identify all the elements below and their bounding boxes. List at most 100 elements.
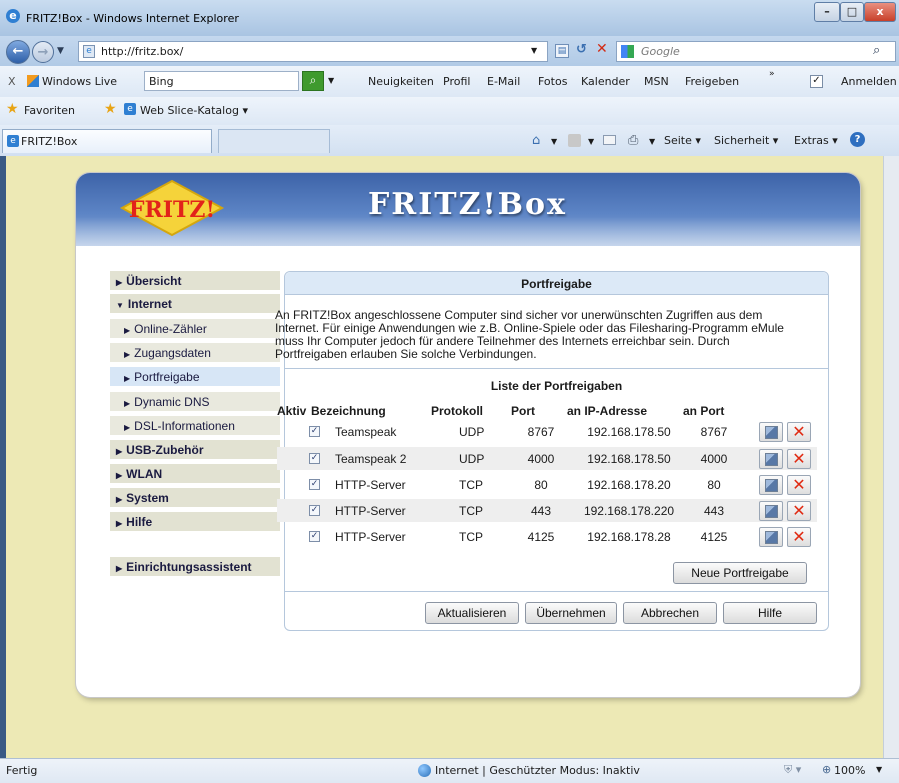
compatibility-view-icon[interactable]: ▤ (555, 44, 569, 58)
active-checkbox[interactable]: ✓ (309, 453, 320, 464)
web-slice-gallery[interactable]: Web Slice-Katalog ▾ (140, 104, 248, 117)
extras-menu[interactable]: Extras ▾ (794, 134, 838, 147)
edit-button[interactable] (759, 475, 783, 495)
print-dropdown-icon[interactable]: ▼ (649, 137, 655, 146)
row-to-port: 80 (707, 478, 721, 492)
sidebar-item-3[interactable]: ▶ Zugangsdaten (110, 343, 280, 364)
security-zone-text[interactable]: Internet | Geschützter Modus: Inaktiv (435, 764, 640, 777)
stop-icon[interactable]: ✕ (596, 41, 608, 57)
windows-live-label[interactable]: Windows Live (42, 75, 117, 88)
mail-icon[interactable] (603, 135, 616, 145)
security-menu[interactable]: Sicherheit ▾ (714, 134, 778, 147)
new-portfreigabe-button[interactable]: Neue Portfreigabe (673, 562, 807, 584)
sidebar-item-10[interactable]: ▶ Hilfe (110, 512, 280, 533)
vertical-scrollbar[interactable] (883, 156, 899, 758)
address-url[interactable]: http://fritz.box/ (101, 45, 183, 58)
edit-button[interactable] (759, 449, 783, 469)
refresh-button[interactable]: Aktualisieren (425, 602, 519, 624)
recent-pages-dropdown-icon[interactable]: ▼ (57, 46, 64, 56)
close-window-button[interactable]: x (864, 2, 896, 22)
favorites-button[interactable]: Favoriten (24, 104, 75, 117)
live-link-neuigkeiten[interactable]: Neuigkeiten (368, 75, 434, 88)
live-link-msn[interactable]: MSN (644, 75, 669, 88)
col-header-bezeichnung: Bezeichnung (311, 404, 386, 418)
sidebar-item-7[interactable]: ▶ USB-Zubehör (110, 440, 280, 461)
help-button[interactable]: Hilfe (723, 602, 817, 624)
delete-button[interactable]: ✕ (787, 449, 811, 469)
sidebar-item-label: Online-Zähler (134, 322, 207, 336)
checkbox-icon[interactable]: ✓ (810, 75, 823, 88)
row-protocol: UDP (459, 452, 485, 466)
live-link-email[interactable]: E-Mail (487, 75, 520, 88)
sidebar-item-8[interactable]: ▶ WLAN (110, 464, 280, 485)
close-toolbar-button[interactable]: X (8, 75, 16, 88)
forward-button[interactable]: → (32, 41, 54, 63)
bing-search-input[interactable]: Bing (144, 71, 299, 91)
sidebar-item-11[interactable]: ▶ Einrichtungsassistent (110, 557, 280, 578)
extras-menu-label[interactable]: Extras (794, 134, 829, 147)
favorites-star-icon[interactable]: ★ (6, 101, 19, 117)
col-header-port: Port (511, 404, 535, 418)
bing-search-button[interactable]: ⌕ (302, 71, 324, 91)
feeds-icon[interactable] (568, 134, 581, 147)
active-checkbox[interactable]: ✓ (309, 426, 320, 437)
sidebar-item-6[interactable]: ▶ DSL-Informationen (110, 416, 280, 437)
delete-button[interactable]: ✕ (787, 422, 811, 442)
address-dropdown-icon[interactable]: ▼ (531, 46, 537, 55)
sidebar-item-2[interactable]: ▶ Online-Zähler (110, 319, 280, 340)
delete-button[interactable]: ✕ (787, 527, 811, 547)
security-menu-label[interactable]: Sicherheit (714, 134, 769, 147)
address-bar[interactable]: e http://fritz.box/ ▼ (78, 41, 548, 62)
new-tab-button[interactable] (218, 129, 330, 153)
chevron-right-icon: ▶ (116, 564, 123, 573)
window-title-bar: e FRITZ!Box - Windows Internet Explorer … (0, 0, 899, 36)
zoom-icon[interactable]: ⊕ (822, 763, 831, 776)
live-link-freigeben[interactable]: Freigeben (685, 75, 739, 88)
apply-button[interactable]: Übernehmen (525, 602, 617, 624)
help-icon[interactable]: ? (850, 132, 865, 147)
edit-button[interactable] (759, 501, 783, 521)
home-dropdown-icon[interactable]: ▼ (551, 137, 557, 146)
sidebar-item-1[interactable]: ▼ Internet (110, 294, 280, 315)
edit-button[interactable] (759, 422, 783, 442)
feeds-dropdown-icon[interactable]: ▼ (588, 137, 594, 146)
refresh-icon[interactable]: ↺ (576, 42, 587, 57)
active-checkbox[interactable]: ✓ (309, 505, 320, 516)
maximize-button[interactable]: □ (840, 2, 864, 22)
home-icon[interactable]: ⌂ (532, 133, 540, 148)
zoom-level[interactable]: 100% (834, 764, 865, 777)
page-menu-label[interactable]: Seite (664, 134, 692, 147)
delete-button[interactable]: ✕ (787, 475, 811, 495)
add-favorite-icon[interactable]: ★ (104, 101, 117, 117)
chevron-right-icon: ▶ (116, 447, 123, 456)
print-icon[interactable]: ⎙ (628, 133, 638, 148)
edit-button[interactable] (759, 527, 783, 547)
cancel-button[interactable]: Abbrechen (623, 602, 717, 624)
search-box[interactable]: Google ⌕ (616, 41, 896, 62)
row-ip: 192.168.178.28 (587, 530, 671, 544)
live-link-profil[interactable]: Profil (443, 75, 470, 88)
minimize-button[interactable]: – (814, 2, 840, 22)
live-link-fotos[interactable]: Fotos (538, 75, 567, 88)
sidebar-item-0[interactable]: ▶ Übersicht (110, 271, 280, 292)
back-button[interactable]: ← (6, 40, 30, 64)
live-link-kalender[interactable]: Kalender (581, 75, 630, 88)
search-input[interactable]: Google (641, 45, 680, 58)
bing-search-value[interactable]: Bing (149, 75, 174, 88)
active-checkbox[interactable]: ✓ (309, 479, 320, 490)
sidebar-item-9[interactable]: ▶ System (110, 488, 280, 509)
tab-fritzbox[interactable]: e FRITZ!Box (2, 129, 212, 153)
sidebar-item-5[interactable]: ▶ Dynamic DNS (110, 392, 280, 413)
chevron-right-icon: ▶ (124, 399, 131, 408)
windows-live-logo-icon (27, 75, 39, 87)
zoom-dropdown-icon[interactable]: ▼ (876, 765, 882, 774)
protected-mode-icon[interactable]: ⛨ ▾ (784, 763, 801, 777)
sidebar-item-4[interactable]: ▶ Portfreigabe (110, 367, 280, 388)
search-icon[interactable]: ⌕ (873, 43, 880, 58)
page-menu[interactable]: Seite ▾ (664, 134, 701, 147)
signin-link[interactable]: Anmelden (841, 75, 897, 88)
more-links-chevron-icon[interactable]: » (769, 69, 775, 79)
active-checkbox[interactable]: ✓ (309, 531, 320, 542)
delete-button[interactable]: ✕ (787, 501, 811, 521)
bing-options-dropdown-icon[interactable]: ▼ (328, 76, 334, 85)
